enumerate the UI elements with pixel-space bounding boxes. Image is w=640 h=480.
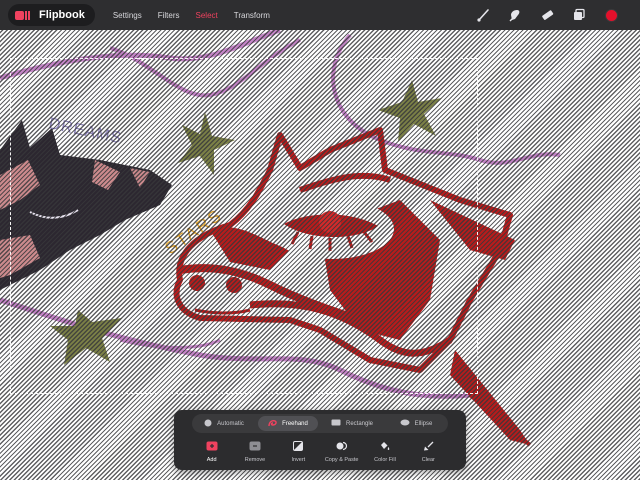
horse-mouth bbox=[194, 308, 251, 315]
current-color-swatch bbox=[604, 8, 618, 22]
eye-pupil bbox=[319, 211, 341, 233]
app-name: Flipbook bbox=[39, 9, 85, 21]
tool-group bbox=[460, 6, 620, 24]
eraser-icon[interactable] bbox=[538, 6, 556, 24]
mode-label: Automatic bbox=[217, 420, 244, 427]
olive-star bbox=[178, 112, 235, 175]
mode-automatic[interactable]: Automatic bbox=[194, 416, 254, 431]
copy-paste-button[interactable]: Copy & Paste bbox=[320, 440, 363, 463]
layers-icon[interactable] bbox=[570, 6, 588, 24]
olive-star bbox=[378, 80, 442, 142]
drawing-canvas[interactable]: DREAMS STARS bbox=[0, 0, 640, 480]
clear-icon bbox=[423, 440, 434, 452]
selection-panel: Automatic Freehand Rectangle Ellipse Add… bbox=[174, 410, 466, 470]
mode-label: Rectangle bbox=[345, 420, 374, 427]
ellipse-icon bbox=[400, 419, 410, 428]
horse-nostril bbox=[189, 275, 205, 291]
action-label: Invert bbox=[291, 457, 306, 463]
red-horse-mane bbox=[430, 200, 515, 260]
action-label: Color Fill bbox=[374, 457, 396, 463]
color-fill-icon bbox=[379, 440, 390, 452]
lilac-swirl bbox=[0, 27, 281, 81]
invert-button[interactable]: Invert bbox=[277, 440, 320, 463]
clear-button[interactable]: Clear bbox=[407, 440, 450, 463]
mode-label: Freehand bbox=[282, 420, 308, 427]
app-brand[interactable]: Flipbook bbox=[8, 4, 95, 26]
lilac-swirl bbox=[331, 33, 561, 165]
invert-icon bbox=[293, 440, 304, 452]
remove-button[interactable]: Remove bbox=[233, 440, 276, 463]
red-horse-stripe bbox=[299, 172, 391, 193]
action-label: Copy & Paste bbox=[324, 457, 359, 463]
circle-icon bbox=[204, 419, 212, 429]
add-icon bbox=[206, 440, 218, 452]
canvas-artwork: DREAMS STARS bbox=[0, 27, 561, 447]
mode-label: Ellipse bbox=[414, 420, 433, 427]
horse-nostril bbox=[226, 277, 242, 293]
lasso-icon bbox=[268, 419, 277, 429]
selection-actions: Add Remove Invert Copy & Paste Color Fil… bbox=[190, 440, 450, 463]
lilac-swirl bbox=[109, 38, 301, 98]
menu-settings[interactable]: Settings bbox=[113, 11, 142, 20]
selection-mode-switcher: Automatic Freehand Rectangle Ellipse bbox=[192, 414, 448, 433]
mode-rectangle[interactable]: Rectangle bbox=[322, 416, 382, 431]
action-label: Add bbox=[206, 457, 217, 463]
rectangle-icon bbox=[331, 419, 341, 428]
mode-ellipse[interactable]: Ellipse bbox=[386, 416, 446, 431]
dreams-text: DREAMS bbox=[47, 115, 123, 147]
eye-lash bbox=[308, 235, 314, 250]
red-line bbox=[468, 393, 532, 447]
action-label: Remove bbox=[244, 457, 266, 463]
menu-transform[interactable]: Transform bbox=[234, 11, 270, 20]
flipbook-logo-icon bbox=[15, 10, 33, 21]
smudge-icon[interactable] bbox=[506, 6, 524, 24]
mode-freehand[interactable]: Freehand bbox=[258, 416, 318, 431]
color-fill-button[interactable]: Color Fill bbox=[363, 440, 406, 463]
action-label: Clear bbox=[421, 457, 435, 463]
menu-select[interactable]: Select bbox=[196, 11, 218, 20]
add-button[interactable]: Add bbox=[190, 440, 233, 463]
remove-icon bbox=[249, 440, 261, 452]
copy-paste-icon bbox=[336, 440, 348, 452]
top-bar: Flipbook Settings Filters Select Transfo… bbox=[0, 0, 640, 30]
color-picker[interactable] bbox=[602, 6, 620, 24]
menu-filters[interactable]: Filters bbox=[158, 11, 180, 20]
brush-icon[interactable] bbox=[474, 6, 492, 24]
